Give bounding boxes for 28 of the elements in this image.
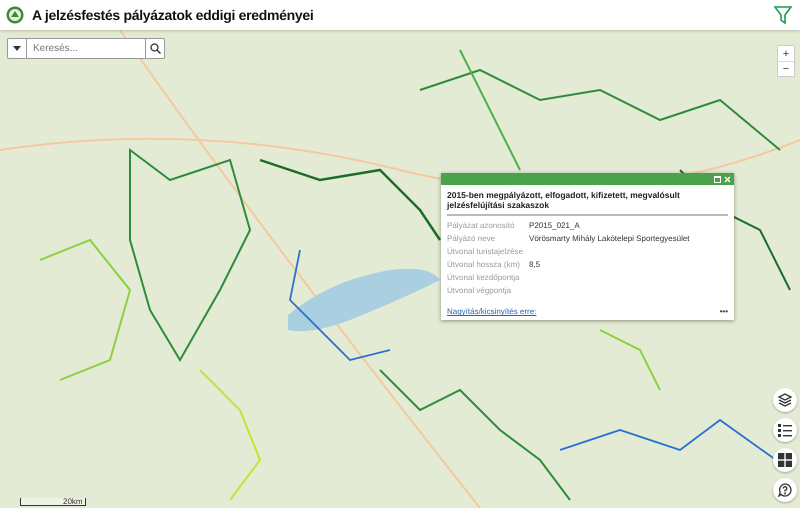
help-icon xyxy=(778,483,792,497)
field-label: Útvonal hossza (km) xyxy=(447,260,521,270)
field-value: 8,5 xyxy=(529,260,542,270)
popup-title: 2015-ben megpályázott, elfogadott, kifizetett, megvalósult jelzésfelújítási szakaszok xyxy=(447,190,728,216)
layers-icon xyxy=(778,393,792,407)
field-label: Útvonal turistajelzése xyxy=(447,247,524,256)
field-value: P2015_021_A xyxy=(529,221,581,230)
filter-icon[interactable] xyxy=(774,6,792,24)
field-label: Pályázó neve xyxy=(447,234,496,244)
zoom-out-button[interactable]: − xyxy=(778,61,794,76)
more-menu[interactable]: ••• xyxy=(720,307,728,316)
field-value: Vörösmarty Mihály Lakótelepi Sportegyesület xyxy=(529,234,691,244)
field-label: Pályázat azonosító xyxy=(447,221,516,230)
scale-bar: 20km xyxy=(20,498,86,506)
grid-icon xyxy=(778,453,792,467)
zoom-to-link[interactable]: Nagyítás/kicsinyítés erre: xyxy=(447,307,536,316)
search-button[interactable] xyxy=(145,38,165,59)
field-label: Útvonal kezdőpontja xyxy=(447,273,520,282)
maximize-icon[interactable] xyxy=(714,176,721,182)
field-label: Útvonal végpontja xyxy=(447,286,512,296)
app-title: A jelzésfestés pályázatok eddigi eredményei xyxy=(32,7,314,23)
dropdown-button[interactable] xyxy=(7,38,27,59)
search-field[interactable]: Keresés... xyxy=(27,38,145,59)
legend-icon xyxy=(778,423,792,437)
logo-icon xyxy=(6,6,24,24)
search-icon xyxy=(150,43,160,54)
close-icon[interactable] xyxy=(724,176,731,182)
caret-icon xyxy=(13,46,21,51)
